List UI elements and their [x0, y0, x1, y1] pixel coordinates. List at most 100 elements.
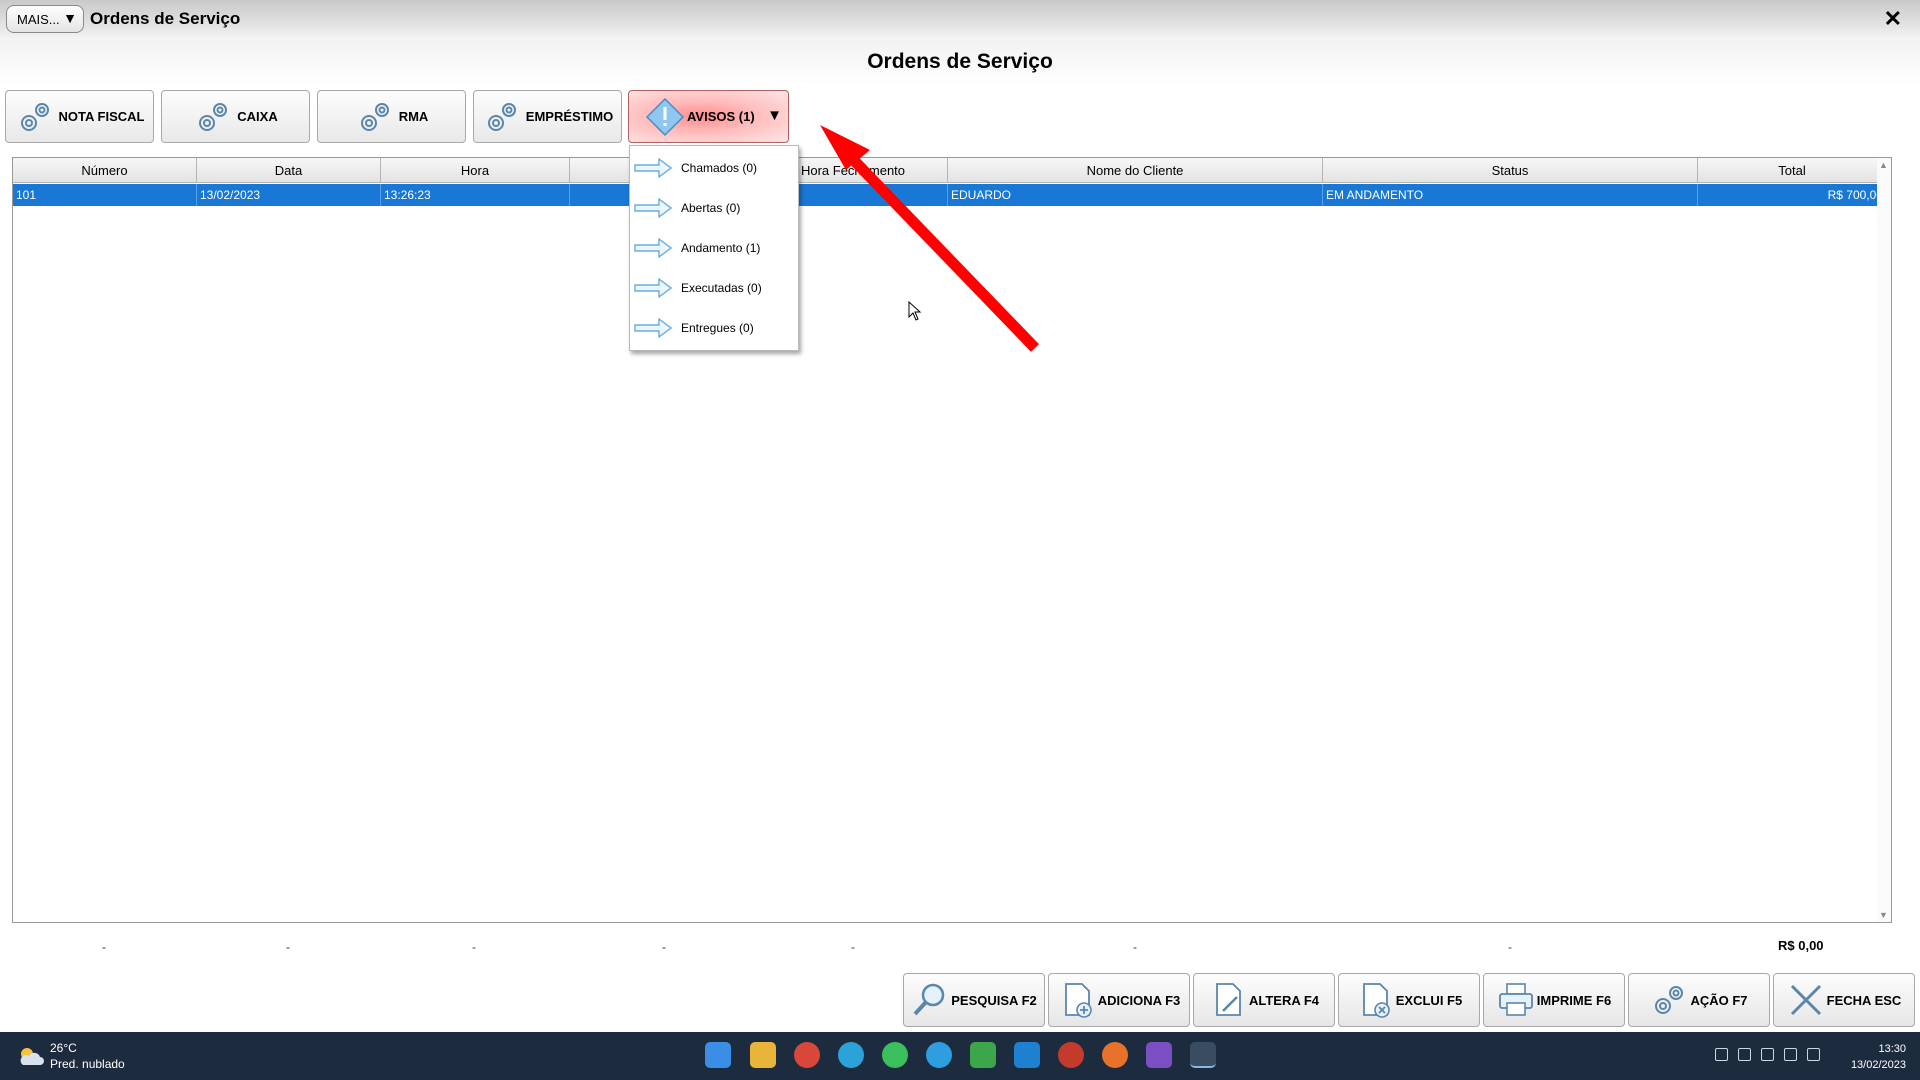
cell-numero[interactable]: 101	[13, 184, 197, 206]
add-document-icon	[1064, 983, 1092, 1018]
edit-document-icon	[1216, 983, 1241, 1016]
gear-icon	[199, 102, 228, 131]
column-header[interactable]: Total	[1698, 158, 1887, 183]
arrow-right-icon	[634, 317, 673, 339]
emprestimo-button[interactable]: EMPRÉSTIMO	[473, 90, 622, 143]
mais-label: MAIS...	[17, 11, 60, 27]
media-icon[interactable]	[1146, 1042, 1172, 1068]
avisos-button[interactable]: AVISOS (1) ▼	[628, 90, 789, 143]
menu-item-label: Abertas (0)	[681, 201, 741, 215]
arrow-right-icon	[634, 237, 673, 259]
service-orders-grid[interactable]: Número Data Hora Dat Hora Fechamento Nom…	[12, 157, 1892, 923]
scroll-up-icon[interactable]: ▲	[1879, 160, 1888, 170]
menu-item-abertas[interactable]: Abertas (0)	[630, 193, 798, 223]
total-placeholder: -	[1133, 940, 1137, 954]
cloud-icon	[20, 1048, 44, 1065]
altera-button[interactable]: ALTERA F4	[1193, 973, 1335, 1027]
app-icon[interactable]	[1058, 1042, 1084, 1068]
pesquisa-label: PESQUISA F2	[951, 992, 1037, 1008]
clock[interactable]: 13:30 13/02/2023	[1851, 1041, 1906, 1073]
spreadsheet-icon[interactable]	[970, 1042, 996, 1068]
adiciona-label: ADICIONA F3	[1097, 992, 1181, 1008]
gear-icon	[20, 102, 49, 131]
exclui-button[interactable]: EXCLUI F5	[1338, 973, 1480, 1027]
weather-widget[interactable]: 26°C Pred. nublado	[18, 1040, 125, 1072]
column-header[interactable]: Número	[13, 158, 197, 183]
cell-hora[interactable]: 13:26:23	[381, 184, 570, 206]
total-placeholder: -	[472, 940, 476, 954]
imprime-label: IMPRIME F6	[1536, 992, 1612, 1008]
printer-icon	[1498, 983, 1533, 1016]
weather-temp: 26°C	[50, 1041, 77, 1055]
file-explorer-icon[interactable]	[750, 1042, 776, 1068]
close-icon	[1790, 984, 1821, 1016]
weather-desc: Pred. nublado	[50, 1057, 125, 1071]
mais-dropdown-button[interactable]: MAIS... ▼	[6, 5, 84, 33]
column-header[interactable]: Hora	[381, 158, 570, 183]
warning-diamond-icon	[645, 97, 685, 136]
menu-item-label: Andamento (1)	[681, 241, 761, 255]
grand-total: R$ 0,00	[1778, 938, 1824, 953]
menu-item-andamento[interactable]: Andamento (1)	[630, 233, 798, 263]
chevron-down-icon: ▼	[63, 10, 77, 26]
arrow-right-icon	[634, 197, 673, 219]
avisos-dropdown-menu: Chamados (0) Abertas (0) Andamento (1) E…	[629, 145, 799, 351]
fecha-button[interactable]: FECHA ESC	[1773, 973, 1915, 1027]
whatsapp-icon[interactable]	[882, 1042, 908, 1068]
tray-icon[interactable]	[1738, 1048, 1751, 1061]
delete-document-icon	[1362, 983, 1390, 1018]
acao-button[interactable]: AÇÃO F7	[1628, 973, 1770, 1027]
telegram-icon[interactable]	[926, 1042, 952, 1068]
start-icon[interactable]	[705, 1042, 731, 1068]
chevron-down-icon[interactable]: ▼	[767, 107, 782, 124]
grid-header: Número Data Hora Dat Hora Fechamento Nom…	[13, 158, 1887, 183]
altera-label: ALTERA F4	[1248, 992, 1320, 1008]
mouse-cursor-icon	[908, 301, 922, 321]
arrow-right-icon	[634, 277, 673, 299]
acao-label: AÇÃO F7	[1690, 992, 1748, 1008]
scroll-down-icon[interactable]: ▼	[1879, 910, 1888, 920]
column-header[interactable]: Nome do Cliente	[948, 158, 1323, 183]
volume-icon[interactable]	[1807, 1048, 1820, 1061]
emprestimo-label: EMPRÉSTIMO	[525, 109, 614, 124]
column-header[interactable]: Status	[1323, 158, 1698, 183]
vertical-scrollbar[interactable]: ▲ ▼	[1877, 158, 1891, 922]
menu-item-executadas[interactable]: Executadas (0)	[630, 273, 798, 303]
cell-status[interactable]: EM ANDAMENTO	[1323, 184, 1698, 206]
imprime-button[interactable]: IMPRIME F6	[1483, 973, 1625, 1027]
window-title: Ordens de Serviço	[90, 9, 241, 28]
cell-cliente[interactable]: EDUARDO	[948, 184, 1323, 206]
page-title: Ordens de Serviço	[867, 50, 1053, 73]
chrome-icon[interactable]	[794, 1042, 820, 1068]
cell-data[interactable]: 13/02/2023	[197, 184, 381, 206]
nota-fiscal-label: NOTA FISCAL	[58, 109, 145, 124]
total-placeholder: -	[662, 940, 666, 954]
tray-icon[interactable]	[1715, 1048, 1728, 1061]
pesquisa-button[interactable]: PESQUISA F2	[903, 973, 1045, 1027]
firefox-icon[interactable]	[1102, 1042, 1128, 1068]
caixa-button[interactable]: CAIXA	[161, 90, 310, 143]
cell-total[interactable]: R$ 700,00	[1698, 184, 1887, 206]
clock-date: 13/02/2023	[1850, 1059, 1906, 1071]
adiciona-button[interactable]: ADICIONA F3	[1048, 973, 1190, 1027]
menu-item-label: Chamados (0)	[681, 161, 758, 175]
menu-item-chamados[interactable]: Chamados (0)	[630, 153, 798, 183]
clock-time: 13:30	[1878, 1043, 1906, 1055]
total-placeholder: -	[102, 940, 106, 954]
network-icon[interactable]	[1784, 1048, 1797, 1061]
close-window-button[interactable]: ✕	[1884, 6, 1902, 32]
tray-icon[interactable]	[1761, 1048, 1774, 1061]
rma-button[interactable]: RMA	[317, 90, 466, 143]
caixa-label: CAIXA	[237, 109, 278, 124]
menu-item-entregues[interactable]: Entregues (0)	[630, 313, 798, 343]
title-bar: MAIS... ▼ Ordens de Serviço ✕	[0, 0, 1920, 40]
total-placeholder: -	[1508, 940, 1512, 954]
edge-icon[interactable]	[838, 1042, 864, 1068]
mail-icon[interactable]	[1014, 1042, 1040, 1068]
fecha-label: FECHA ESC	[1826, 992, 1902, 1008]
table-row[interactable]: 101 13/02/2023 13:26:23 EDUARDO EM ANDAM…	[13, 184, 1887, 206]
nota-fiscal-button[interactable]: NOTA FISCAL	[5, 90, 154, 143]
active-app-icon[interactable]	[1190, 1042, 1216, 1068]
column-header[interactable]: Data	[197, 158, 381, 183]
gear-icon	[1655, 986, 1684, 1014]
